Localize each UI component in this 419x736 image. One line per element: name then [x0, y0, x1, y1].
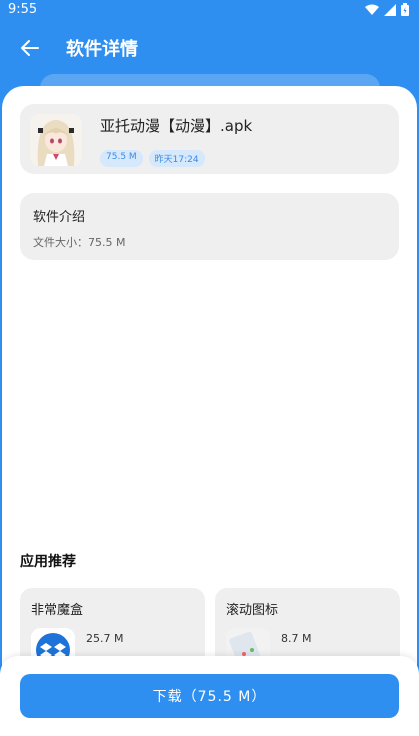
- back-arrow-icon[interactable]: [18, 36, 42, 60]
- status-icons: [365, 3, 409, 16]
- file-size-text: 文件大小：75.5 M: [33, 236, 126, 249]
- anime-app-icon: [30, 114, 82, 166]
- recommend-item-size: 25.7 M: [86, 632, 124, 645]
- software-intro-card: 软件介绍 文件大小：75.5 M: [20, 193, 399, 260]
- date-badge: 昨天17:24: [148, 150, 205, 167]
- bottom-bar: 下载（75.5 M）: [0, 656, 419, 736]
- file-card: 亚托动漫【动漫】.apk 75.5 M 昨天17:24: [20, 104, 399, 174]
- intro-title: 软件介绍: [33, 210, 86, 225]
- file-tags: 75.5 M 昨天17:24: [100, 150, 205, 167]
- size-badge: 75.5 M: [100, 150, 143, 167]
- wifi-icon: [365, 4, 379, 15]
- status-time: 9:55: [8, 2, 38, 17]
- status-bar: 9:55: [0, 0, 419, 22]
- file-name: 亚托动漫【动漫】.apk: [100, 117, 253, 135]
- battery-icon: [401, 3, 409, 16]
- recommend-item-name: 滚动图标: [226, 603, 279, 618]
- page-title: 软件详情: [66, 39, 138, 60]
- signal-icon: [384, 3, 396, 16]
- app-bar: 软件详情: [0, 22, 419, 74]
- download-button[interactable]: 下载（75.5 M）: [20, 674, 399, 718]
- recommend-item-name: 非常魔盒: [31, 603, 84, 618]
- recommend-title: 应用推荐: [20, 554, 76, 570]
- recommend-item-size: 8.7 M: [281, 632, 312, 645]
